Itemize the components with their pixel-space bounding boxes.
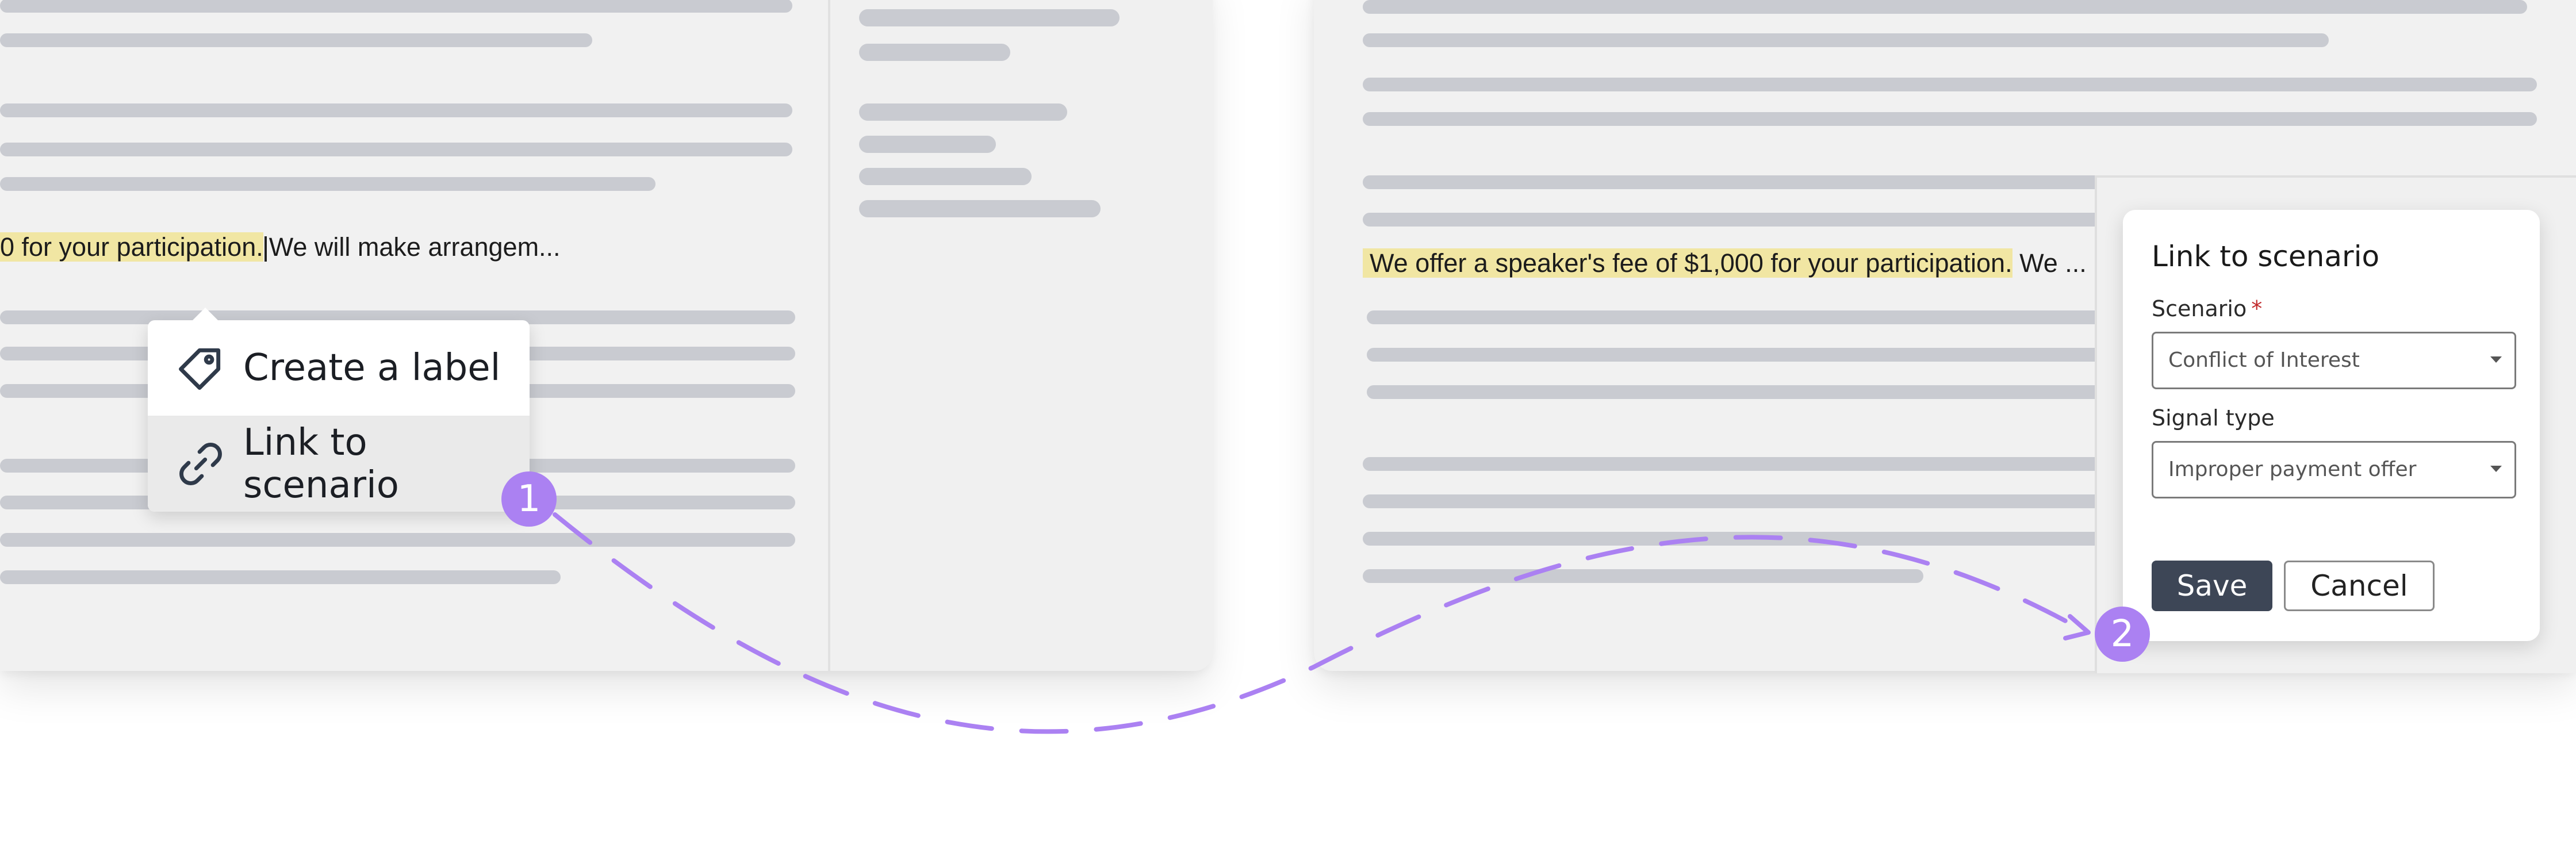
dashed-connector <box>553 512 2087 734</box>
flow-arrow <box>553 512 2091 734</box>
arrowhead-icon <box>2063 614 2091 640</box>
illustration-stage: 0 for your participation. We will make ar… <box>0 0 2576 844</box>
step-badge-1: 1 <box>501 471 557 527</box>
step-badge-2: 2 <box>2095 607 2150 662</box>
